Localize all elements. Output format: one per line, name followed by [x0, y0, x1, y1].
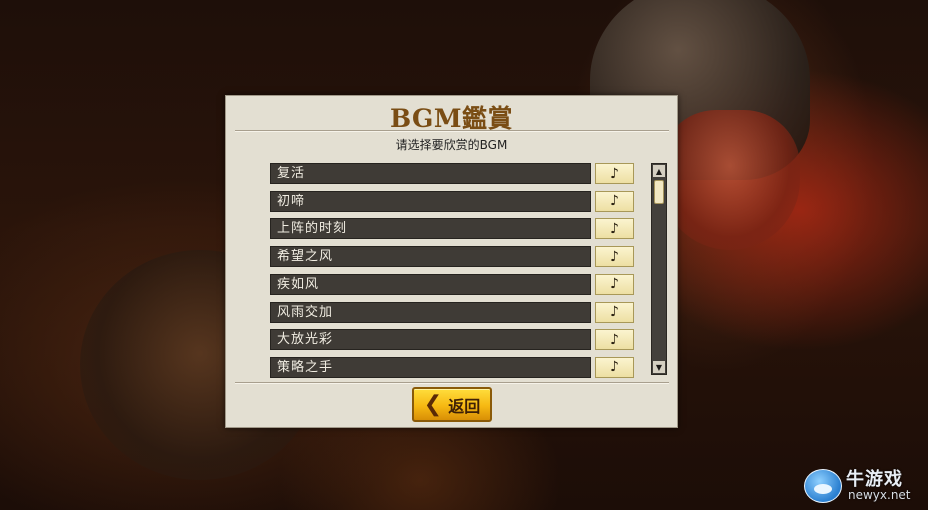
- title-divider: [235, 130, 669, 132]
- track-row: 风雨交加 ♪: [270, 301, 634, 323]
- cow-logo-icon: [804, 469, 842, 503]
- track-name[interactable]: 上阵的时刻: [270, 218, 591, 240]
- track-name[interactable]: 希望之风: [270, 246, 591, 268]
- track-name[interactable]: 初啼: [270, 190, 591, 212]
- background-warrior-face: [660, 110, 800, 250]
- track-name[interactable]: 复活: [270, 163, 591, 184]
- track-row: 上阵的时刻 ♪: [270, 218, 634, 240]
- play-music-button[interactable]: ♪: [595, 246, 634, 268]
- play-music-button[interactable]: ♪: [595, 329, 634, 351]
- track-list-scrollbar[interactable]: ▲ ▼: [651, 163, 667, 375]
- back-button[interactable]: ❮ 返回: [412, 387, 492, 422]
- music-note-icon: ♪: [610, 304, 619, 320]
- music-note-icon: ♪: [610, 165, 619, 182]
- music-note-icon: ♪: [610, 248, 619, 265]
- scroll-down-icon[interactable]: ▼: [653, 361, 665, 373]
- music-note-icon: ♪: [610, 359, 619, 376]
- music-note-icon: ♪: [610, 331, 619, 348]
- play-music-button[interactable]: ♪: [595, 273, 634, 295]
- music-note-icon: ♪: [610, 193, 619, 210]
- track-name[interactable]: 策略之手: [270, 356, 591, 378]
- back-button-label: 返回: [448, 396, 481, 416]
- track-row: 疾如风 ♪: [270, 273, 634, 295]
- play-music-button[interactable]: ♪: [595, 356, 634, 378]
- back-arrow-icon: ❮: [423, 391, 443, 417]
- play-music-button[interactable]: ♪: [595, 163, 634, 184]
- music-note-icon: ♪: [610, 220, 619, 237]
- play-music-button[interactable]: ♪: [595, 301, 634, 323]
- scroll-up-icon[interactable]: ▲: [653, 165, 665, 177]
- track-name[interactable]: 风雨交加: [270, 301, 591, 323]
- dialog-subtitle: 请选择要欣赏的BGM: [395, 138, 508, 152]
- play-music-button[interactable]: ♪: [595, 218, 634, 240]
- play-music-button[interactable]: ♪: [595, 190, 634, 212]
- watermark-url: newyx.net: [848, 488, 911, 502]
- track-name[interactable]: 大放光彩: [270, 329, 591, 351]
- track-row: 希望之风 ♪: [270, 246, 634, 268]
- track-row: 策略之手 ♪: [270, 356, 634, 378]
- track-row: 大放光彩 ♪: [270, 329, 634, 351]
- track-name[interactable]: 疾如风: [270, 273, 591, 295]
- track-row: 复活 ♪: [270, 163, 634, 184]
- bgm-appreciation-dialog: BGM鑑賞 请选择要欣赏的BGM 复活 ♪ 初啼 ♪ 上阵的时刻 ♪ 希望之风 …: [225, 95, 678, 428]
- site-watermark: 牛游戏 newyx.net: [804, 465, 922, 505]
- track-list: 复活 ♪ 初啼 ♪ 上阵的时刻 ♪ 希望之风 ♪ 疾如风 ♪ 风雨交加 ♪ 大放…: [270, 163, 634, 378]
- music-note-icon: ♪: [610, 276, 619, 293]
- scroll-thumb[interactable]: [654, 180, 664, 204]
- bottom-divider: [235, 382, 669, 384]
- track-row: 初啼 ♪: [270, 190, 634, 212]
